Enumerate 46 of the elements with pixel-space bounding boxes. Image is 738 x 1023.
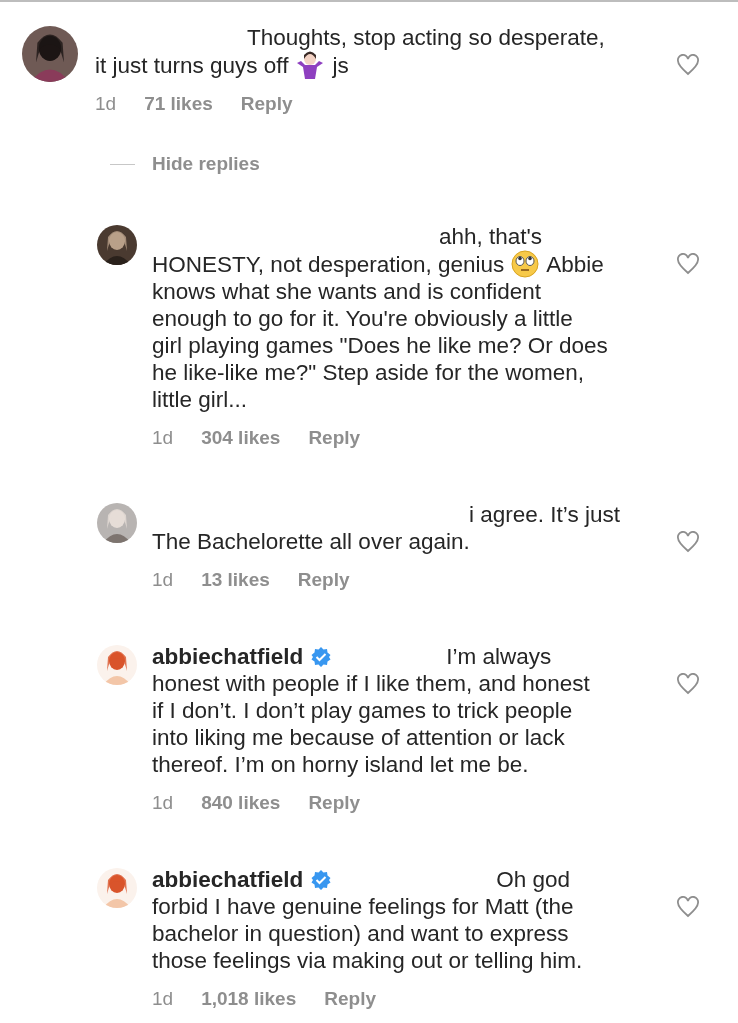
reply-button[interactable]: Reply	[324, 988, 376, 1010]
comment-text: I’m always	[446, 643, 552, 670]
comment-text: bachelor in question) and want to express	[152, 920, 569, 947]
comment-time: 1d	[152, 988, 174, 1010]
comment-time: 1d	[152, 427, 174, 449]
comment-text: those feelings via making out or telling him.	[152, 947, 583, 974]
comment-text: knows what she wants and is confident	[152, 278, 541, 305]
comment-text: honest with people if I like them, and honest	[152, 670, 590, 697]
like-count: 840 likes	[201, 792, 281, 814]
comment-text: if I don’t. I don’t play games to trick people	[152, 697, 573, 724]
heart-icon[interactable]	[676, 896, 700, 918]
heart-icon[interactable]	[676, 54, 700, 76]
heart-icon[interactable]	[676, 673, 700, 695]
username[interactable]: abbiechatfield	[152, 643, 304, 670]
comment-text: Thoughts, stop acting so desperate,	[247, 24, 605, 51]
comment-text: js	[332, 51, 349, 79]
reply-button[interactable]: Reply	[308, 792, 361, 814]
comment-time: 1d	[152, 569, 174, 591]
comment-text: i agree. It’s just	[469, 501, 620, 528]
username[interactable]: abbiechatfield	[152, 866, 304, 893]
like-count: 71 likes	[144, 93, 213, 115]
like-count: 304 likes	[201, 427, 281, 449]
comment-text: he like-like me?" Step aside for the women,	[152, 359, 584, 386]
like-count: 13 likes	[201, 569, 270, 591]
reply-button[interactable]: Reply	[240, 93, 293, 115]
heart-icon[interactable]	[676, 253, 700, 275]
comment-text: little girl...	[152, 386, 248, 413]
comment-text: Oh god	[496, 866, 571, 893]
comment-text: forbid I have genuine feelings for Matt (the	[152, 893, 574, 920]
heart-icon[interactable]	[676, 531, 700, 553]
comment-text: HONESTY, not desperation, genius	[152, 250, 505, 278]
eye-roll-emoji-icon	[511, 250, 540, 278]
like-count: 1,018 likes	[201, 988, 297, 1010]
comment-text: thereof. I’m on horny island let me be.	[152, 751, 529, 778]
comment-text: enough to go for it. You're obviously a little	[152, 305, 573, 332]
comment-time: 1d	[95, 93, 117, 115]
hide-replies-button[interactable]: Hide replies	[152, 153, 260, 175]
comment-text: girl playing games "Does he like me? Or does	[152, 332, 608, 359]
comment-text: The Bachelorette all over again.	[152, 528, 470, 555]
comment-text: ahh, that's	[439, 223, 543, 250]
reply-button[interactable]: Reply	[297, 569, 350, 591]
comment-text: into liking me because of attention or lack	[152, 724, 565, 751]
comment-text: Abbie	[546, 250, 604, 278]
comment-text: it just turns guys off	[95, 51, 289, 79]
comment-time: 1d	[152, 792, 174, 814]
reply-button[interactable]: Reply	[308, 427, 361, 449]
